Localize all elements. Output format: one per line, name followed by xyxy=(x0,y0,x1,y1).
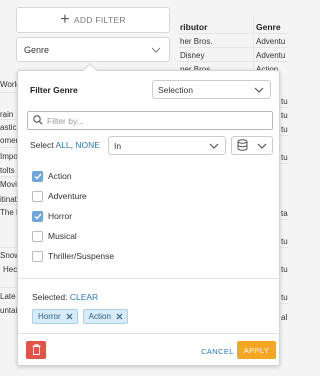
list-item[interactable]: Adventure xyxy=(32,186,114,206)
database-icon xyxy=(237,138,248,153)
clear-link[interactable]: CLEAR xyxy=(70,292,98,302)
option-label: Thriller/Suspense xyxy=(48,251,115,261)
table-cell: ture xyxy=(281,153,288,162)
table-cell: tal xyxy=(281,209,288,218)
selected-chips: Horror Action xyxy=(32,309,133,324)
option-label: Horror xyxy=(48,211,73,221)
checkbox[interactable] xyxy=(32,250,43,262)
add-filter-button[interactable]: + ADD FILTER xyxy=(16,7,170,33)
checkbox-checked[interactable] xyxy=(32,170,43,182)
list-item[interactable]: Action xyxy=(32,166,114,186)
select-all-none: Select ALL, NONE xyxy=(30,140,100,150)
chip-label: Action xyxy=(88,312,111,321)
chip-action: Action xyxy=(82,309,128,324)
divider xyxy=(18,278,281,279)
table-cell: al xyxy=(281,313,288,322)
select-none-link[interactable]: NONE xyxy=(75,140,100,150)
chip-label: Horror xyxy=(38,312,61,321)
table-cell: her Bros. xyxy=(180,37,213,46)
chevron-down-icon xyxy=(151,47,161,53)
add-filter-label: ADD FILTER xyxy=(73,15,126,25)
chevron-down-icon xyxy=(254,87,264,93)
chevron-down-icon xyxy=(257,143,267,149)
column-header-genre: Genre xyxy=(256,22,281,32)
plus-icon: + xyxy=(60,11,70,28)
filter-mode-dropdown[interactable]: Selection xyxy=(152,80,271,99)
selected-summary: Selected: CLEAR xyxy=(32,292,98,302)
close-icon[interactable] xyxy=(66,313,73,320)
option-label: Musical xyxy=(48,231,77,241)
genre-filter-dropdown[interactable]: Genre xyxy=(16,37,170,62)
filter-popup: Filter Genre Selection Select ALL, NONE … xyxy=(17,62,281,366)
cancel-button[interactable]: CANCEL xyxy=(201,347,234,356)
checkbox-checked[interactable] xyxy=(32,210,43,222)
operator-value: In xyxy=(114,140,122,151)
search-input[interactable] xyxy=(47,115,247,126)
selected-label: Selected: xyxy=(32,292,68,302)
checkbox[interactable] xyxy=(32,230,43,242)
search-icon xyxy=(33,114,43,127)
trash-icon xyxy=(32,343,41,357)
select-label: Select xyxy=(30,140,54,150)
column-header-distributor: ributor xyxy=(180,22,208,32)
table-cell: ture xyxy=(281,125,288,134)
checkbox[interactable] xyxy=(32,190,43,202)
option-label: Adventure xyxy=(48,191,87,201)
divider xyxy=(18,333,281,334)
table-cell: Disney xyxy=(180,51,205,60)
operator-dropdown[interactable]: In xyxy=(108,136,226,155)
table-cell: Adventu xyxy=(256,37,286,46)
close-icon[interactable] xyxy=(116,313,123,320)
data-source-button[interactable] xyxy=(231,136,273,155)
table-cell: ture xyxy=(281,237,288,246)
list-item[interactable]: Horror xyxy=(32,206,114,226)
delete-filter-button[interactable] xyxy=(26,341,46,359)
select-all-link[interactable]: ALL xyxy=(56,140,71,150)
option-label: Action xyxy=(48,171,72,181)
filter-mode-value: Selection xyxy=(158,84,193,95)
table-cell: ture xyxy=(281,97,288,106)
popup-title: Filter Genre xyxy=(30,85,78,95)
table-cell: Adventu xyxy=(256,51,286,60)
apply-button[interactable]: APPLY xyxy=(237,341,276,359)
table-cell: ture xyxy=(281,293,288,302)
list-item[interactable]: Musical xyxy=(32,226,114,246)
chip-horror: Horror xyxy=(32,309,78,324)
table-cell: ture xyxy=(281,111,288,120)
chevron-down-icon xyxy=(209,143,219,149)
list-item[interactable]: Thriller/Suspense xyxy=(32,246,114,266)
genre-options-list: Action Adventure Horror Musical Thriller… xyxy=(32,166,114,266)
genre-filter-label: Genre xyxy=(24,44,50,55)
search-box xyxy=(27,111,273,130)
table-cell: ture xyxy=(281,265,288,274)
